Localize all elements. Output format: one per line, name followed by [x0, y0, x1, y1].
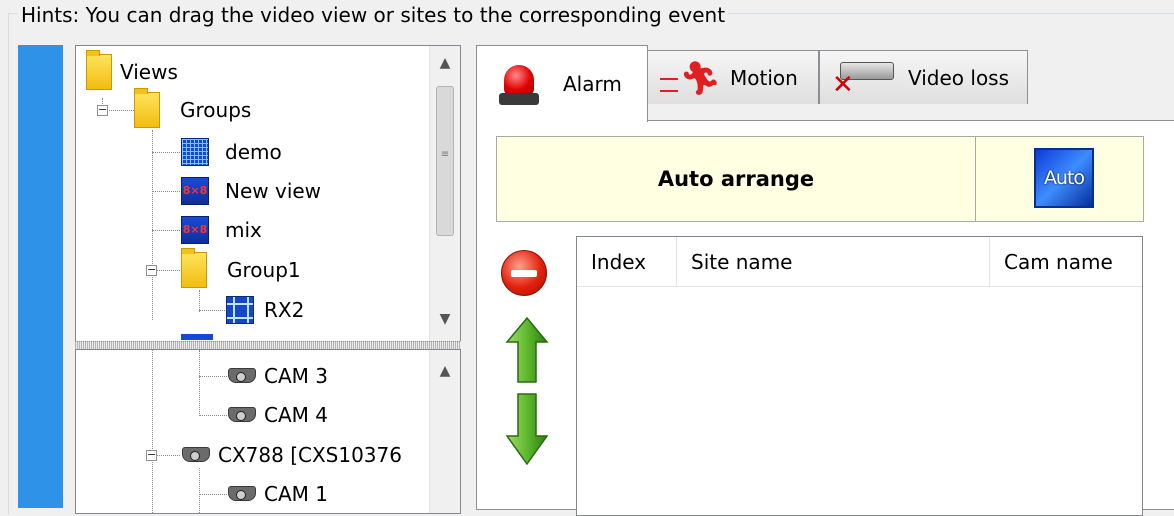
camera-x-icon: ✕ [832, 56, 898, 100]
move-down-button[interactable] [505, 392, 549, 472]
tree-node-demo[interactable]: demo [181, 134, 282, 170]
column-header-index[interactable]: Index [577, 237, 677, 287]
tree-connector [199, 310, 229, 311]
column-header-cam-name[interactable]: Cam name [990, 237, 1142, 287]
tree-connector [152, 152, 182, 153]
view-8x8-icon: 8×8 [181, 177, 209, 205]
tree-node-label: Group1 [227, 258, 301, 282]
grid-view-icon [181, 138, 209, 166]
tree-connector [152, 191, 182, 192]
tree-connector [199, 290, 200, 312]
accent-strip [18, 45, 63, 508]
camera-icon [180, 444, 210, 466]
list-header-divider [577, 286, 1142, 287]
tree-connector [152, 350, 153, 513]
scroll-down-arrow-icon[interactable]: ▼ [430, 304, 460, 334]
folder-icon [134, 88, 160, 128]
grip-icon: ≡ [440, 149, 450, 160]
tree-node-label: CAM 3 [264, 364, 328, 388]
tree-node-label: Views [120, 60, 178, 84]
tree-connector [199, 376, 227, 377]
tree-node-mix[interactable]: 8×8 mix [181, 212, 262, 248]
camera-icon [226, 404, 256, 426]
tree-node-cam4[interactable]: CAM 4 [226, 397, 328, 433]
tree-node-rx2[interactable]: RX2 [226, 292, 304, 328]
tree-node-new-view[interactable]: 8×8 New view [181, 173, 321, 209]
scrollbar-thumb[interactable]: ≡ [436, 86, 454, 236]
auto-button[interactable]: Auto [1034, 148, 1094, 208]
view-8x8-icon: 8×8 [181, 216, 209, 244]
tab-alarm[interactable]: Alarm [476, 45, 648, 122]
tree-connector [199, 494, 227, 495]
tree-node-groups[interactable]: Groups [134, 88, 252, 128]
tree-node-views[interactable]: Views [86, 50, 178, 90]
tree-node-label: CAM 4 [264, 403, 328, 427]
camera-icon [226, 365, 256, 387]
scroll-up-arrow-icon[interactable]: ▲ [430, 48, 460, 78]
views-tree-scrollbar[interactable]: ▲ ≡ ▼ [429, 46, 460, 341]
move-up-button[interactable] [505, 316, 549, 396]
tree-connector [199, 350, 200, 416]
tree-node-cam3[interactable]: CAM 3 [226, 358, 328, 394]
tree-connector [199, 415, 227, 416]
folder-icon [181, 248, 207, 288]
tree-node-label: Groups [180, 98, 252, 122]
tree-node-label: demo [225, 140, 282, 164]
hint-text: Hints: You can drag the video view or si… [18, 2, 729, 28]
tree-splitter[interactable] [75, 341, 461, 349]
auto-arrange-label: Auto arrange [657, 167, 815, 191]
tree-connector [152, 230, 182, 231]
tree-node-label: CAM 1 [264, 482, 328, 506]
collapse-toggle[interactable]: − [146, 264, 157, 276]
divider [975, 136, 976, 222]
tree-connector [199, 468, 200, 513]
partial-view-icon [181, 334, 213, 340]
scroll-up-arrow-icon[interactable]: ▲ [430, 356, 460, 386]
column-header-site-name[interactable]: Site name [677, 237, 990, 287]
views-tree[interactable]: − − Views Groups demo 8×8 New view 8×8 m… [75, 45, 461, 342]
tab-motion[interactable]: 🏃︎ Motion [647, 50, 819, 104]
tab-label: Alarm [563, 72, 622, 96]
site-list[interactable]: Index Site name Cam name [576, 236, 1143, 516]
tree-node-label: CX788 [CXS10376 [218, 443, 402, 467]
siren-icon [499, 61, 539, 107]
tree-node-label: New view [225, 179, 322, 203]
tree-node-label: RX2 [264, 298, 305, 322]
running-man-icon: 🏃︎ [660, 58, 721, 98]
folder-icon [86, 50, 112, 90]
sites-tree-scrollbar[interactable]: ▲ [429, 350, 460, 513]
camera-icon [226, 483, 256, 505]
tree-node-group1[interactable]: Group1 [181, 248, 301, 288]
tree-connector [152, 130, 153, 320]
tab-label: Motion [730, 65, 798, 90]
collapse-toggle[interactable]: − [146, 449, 157, 461]
collapse-toggle[interactable]: − [97, 104, 108, 116]
quad-view-icon [226, 296, 254, 324]
remove-button[interactable] [501, 250, 547, 296]
tab-video-loss[interactable]: ✕ Video loss [819, 50, 1028, 104]
sites-tree[interactable]: − CAM 3 CAM 4 CX788 [CXS10376 CAM 1 ▲ [75, 349, 461, 514]
tree-node-cam1[interactable]: CAM 1 [226, 476, 328, 512]
tab-label: Video loss [908, 65, 1010, 90]
tree-node-cx788[interactable]: CX788 [CXS10376 [180, 437, 402, 473]
tree-node-label: mix [225, 218, 262, 242]
